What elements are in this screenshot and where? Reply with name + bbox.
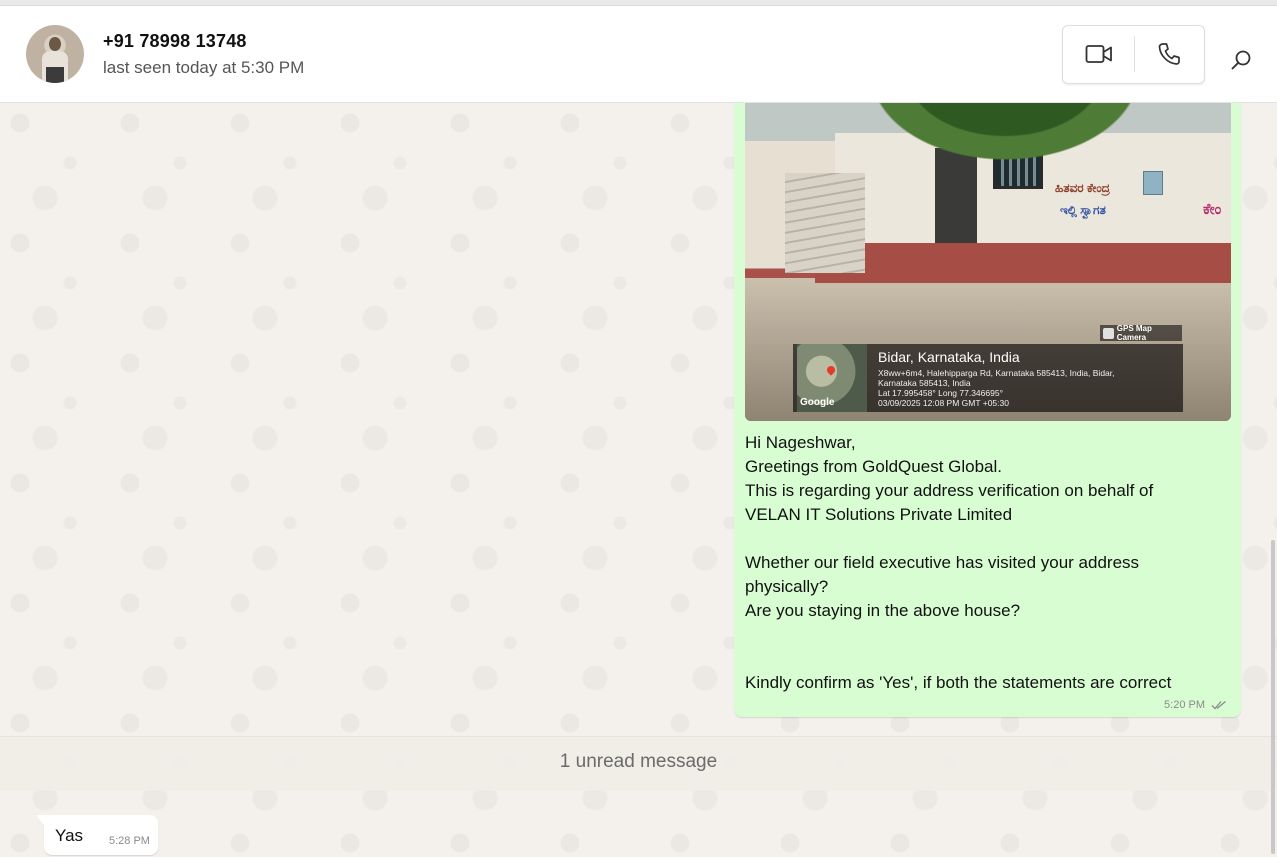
incoming-text: Yas [55,826,84,845]
map-label: Google [800,397,835,408]
incoming-time: 5:28 PM [109,835,150,847]
incoming-message[interactable]: Yas 5:28 PM [36,815,158,855]
phone-icon [1158,43,1180,65]
unread-label: 1 unread message [559,751,718,772]
last-seen-status: last seen today at 5:30 PM [103,58,305,77]
message-photo[interactable]: ಹಿತವರ ಕೇಂದ್ರ ಇಲ್ಲಿ ಸ್ವಾಗತ ಕೇಂ GPS Map Ca… [745,103,1231,421]
gps-place-name: Bidar, Karnataka, India [878,349,1020,365]
video-camera-icon [1085,45,1112,63]
call-divider [1134,36,1135,72]
chat-area[interactable]: ಹಿತವರ ಕೇಂದ್ರ ಇಲ್ಲಿ ಸ್ವಾಗತ ಕೇಂ GPS Map Ca… [0,103,1277,857]
search-button[interactable] [1224,43,1258,77]
map-pin-icon [825,364,837,376]
message-text: Hi Nageshwar, Greetings from GoldQuest G… [745,433,1172,692]
contact-name[interactable]: +91 78998 13748 [103,31,247,52]
search-icon [1231,50,1251,70]
camera-icon [1103,327,1114,339]
gps-camera-badge: GPS Map Camera [1100,324,1182,342]
avatar[interactable] [26,25,84,83]
outgoing-message[interactable]: ಹಿತವರ ಕೇಂದ್ರ ಇಲ್ಲಿ ಸ್ವಾಗತ ಕೇಂ GPS Map Ca… [734,103,1241,717]
chat-header: +91 78998 13748 last seen today at 5:30 … [0,6,1277,103]
call-button-group [1062,25,1205,84]
video-call-button[interactable] [1077,38,1121,70]
message-meta: 5:20 PM [1164,699,1227,711]
bubble-tail [36,815,44,825]
gps-address: X8ww+6m4, Halehipparga Rd, Karnataka 585… [878,368,1115,408]
message-time: 5:20 PM [1164,699,1205,711]
chat-scrollbar[interactable] [1271,540,1275,854]
map-thumbnail: Google [797,344,867,412]
double-check-icon [1211,700,1226,710]
voice-call-button[interactable] [1147,38,1191,70]
gps-info-panel: Google Bidar, Karnataka, India X8ww+6m4,… [793,344,1183,412]
